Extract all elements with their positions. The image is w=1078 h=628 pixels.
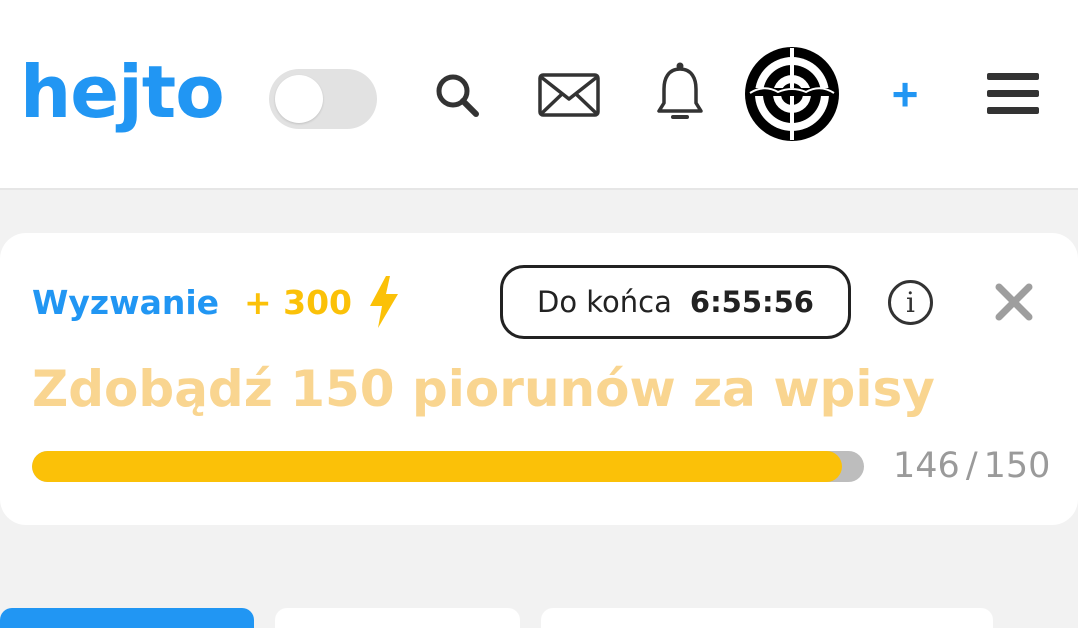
close-button[interactable] [993,281,1035,323]
challenge-label: Wyzwanie [32,283,220,322]
info-button[interactable]: i [888,280,933,325]
progress-bar [32,451,864,482]
tab-2[interactable] [275,608,520,628]
menu-button[interactable] [984,66,1042,122]
tab-3[interactable] [541,608,993,628]
toggle-knob [275,75,323,123]
challenge-points: + 300 [244,283,353,322]
mail-icon [538,73,600,117]
top-navbar: hejto + [0,0,1078,190]
info-icon: i [906,286,915,319]
theme-toggle[interactable] [269,69,377,129]
lightning-icon [370,276,398,328]
notifications-button[interactable] [654,60,706,128]
hejto-logo[interactable]: hejto [20,52,225,132]
avatar[interactable] [744,46,840,142]
timer-label: Do końca [537,285,672,319]
challenge-goal: Zdobądź 150 piorunów za wpisy [32,360,935,418]
close-icon [995,283,1033,321]
add-post-button[interactable]: + [884,64,926,124]
progress-total: 150 [983,446,1051,486]
progress-separator: / [965,446,978,486]
messages-button[interactable] [536,70,602,120]
bell-icon [657,62,703,119]
search-icon [436,74,479,117]
progress-current: 146 [893,446,960,486]
progress-fill [32,451,842,482]
progress-count: 146/150 [893,442,1050,490]
timer-value: 6:55:56 [689,285,814,319]
menu-icon [987,73,1039,114]
tab-1[interactable] [0,608,254,628]
search-button[interactable] [432,70,482,120]
countdown-timer: Do końca 6:55:56 [500,265,851,339]
